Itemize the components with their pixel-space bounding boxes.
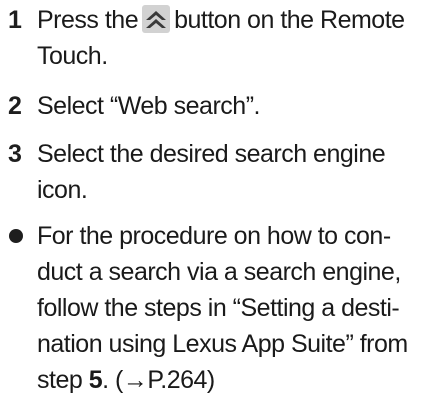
note-text: For the procedure on how to con- duct a …	[37, 218, 425, 398]
step-1-line-2: Touch.	[37, 42, 108, 70]
step-2-line-1: Select “Web search”.	[37, 92, 260, 120]
note-page-ref: . (→P.264)	[102, 366, 215, 394]
note-line-4: nation using Lexus App Suite” from	[37, 330, 408, 358]
note-line-5: step 5. (→P.264)	[37, 362, 425, 398]
instruction-document: 1 Press the button on the Remote Touch. 2…	[0, 0, 429, 394]
note-line-3: follow the steps in “Setting a desti-	[37, 294, 400, 322]
note-step-ref: 5	[88, 366, 103, 394]
step-3-line-1: Select the desired search engine	[37, 140, 386, 168]
step-1-line-1: Press the button on the Remote	[37, 2, 425, 38]
step-1-text-after: button on the Remote	[174, 6, 405, 34]
step-text: Press the button on the Remote Touch.	[37, 2, 425, 74]
note-step-prefix: step	[37, 366, 89, 394]
step-text: Select “Web search”.	[37, 88, 425, 124]
note-line-1: For the procedure on how to con-	[37, 222, 391, 250]
step-number: 2	[8, 92, 22, 120]
step-number: 3	[8, 140, 22, 168]
step-1-text-before: Press the	[37, 6, 139, 34]
bullet-dot-icon	[9, 229, 23, 243]
step-3-line-2: icon.	[37, 176, 88, 204]
step-number: 1	[8, 6, 22, 34]
double-chevron-up-icon	[142, 5, 171, 33]
note-line-2: duct a search via a search engine,	[37, 258, 401, 286]
step-text: Select the desired search engine icon.	[37, 136, 425, 208]
